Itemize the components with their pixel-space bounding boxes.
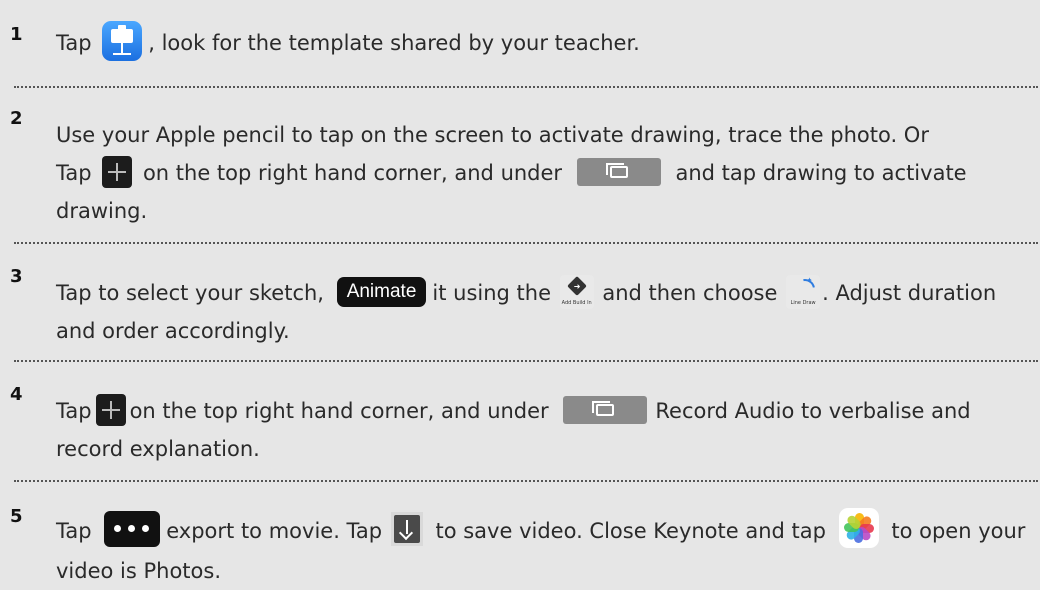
step-number: 2 xyxy=(10,108,23,129)
line-draw-icon[interactable]: ✦ Line Draw xyxy=(786,275,821,309)
step-text: Tap export to movie. Tap to save video. … xyxy=(56,508,1031,590)
step-text-part: and then choose xyxy=(602,281,778,305)
media-icon[interactable] xyxy=(576,158,661,186)
step-text-part: on the top right hand corner, and under xyxy=(142,161,563,185)
divider xyxy=(14,86,1038,88)
step-number: 1 xyxy=(10,24,23,45)
step-text: Tap on the top right hand corner, and und… xyxy=(56,392,1031,468)
more-icon[interactable] xyxy=(104,511,161,547)
step-text-part: to save video. Close Keynote and tap xyxy=(435,519,826,543)
step-text-part: Tap xyxy=(56,161,92,185)
animate-button[interactable]: Animate xyxy=(336,277,427,307)
step-text: Tap to select your sketch, Animate it usi… xyxy=(56,274,1031,350)
step-number: 5 xyxy=(10,506,23,527)
divider xyxy=(14,360,1038,362)
keynote-app-icon[interactable] xyxy=(102,21,143,61)
step-text-part: on the top right hand corner, and under xyxy=(129,399,549,423)
media-icon[interactable] xyxy=(563,396,648,424)
step-number: 3 xyxy=(10,266,23,287)
step-text: Tap , look for the template shared by yo… xyxy=(56,21,1031,64)
step-text-part: Tap xyxy=(56,31,92,55)
save-download-icon[interactable] xyxy=(390,512,423,546)
step-text-part: Tap xyxy=(56,399,92,423)
step-text-part: Tap to select your sketch, xyxy=(56,281,324,305)
step-text-part: Use your Apple pencil to tap on the scre… xyxy=(56,123,929,147)
plus-icon[interactable] xyxy=(102,156,133,188)
divider xyxy=(14,480,1038,482)
step-text: Use your Apple pencil to tap on the scre… xyxy=(56,116,1031,230)
line-draw-caption: Line Draw xyxy=(790,300,816,306)
step-text-part: it using the xyxy=(432,281,551,305)
step-text-part: Tap xyxy=(56,519,92,543)
photos-app-icon[interactable] xyxy=(838,508,879,548)
step-text-part: export to movie. Tap xyxy=(166,519,383,543)
add-build-icon[interactable]: ➜ Add Build In xyxy=(559,275,594,309)
step-text-part: , look for the template shared by your t… xyxy=(148,31,640,55)
divider xyxy=(14,242,1038,244)
step-number: 4 xyxy=(10,384,23,405)
plus-icon[interactable] xyxy=(95,394,126,426)
add-build-caption: Add Build In xyxy=(561,300,592,306)
